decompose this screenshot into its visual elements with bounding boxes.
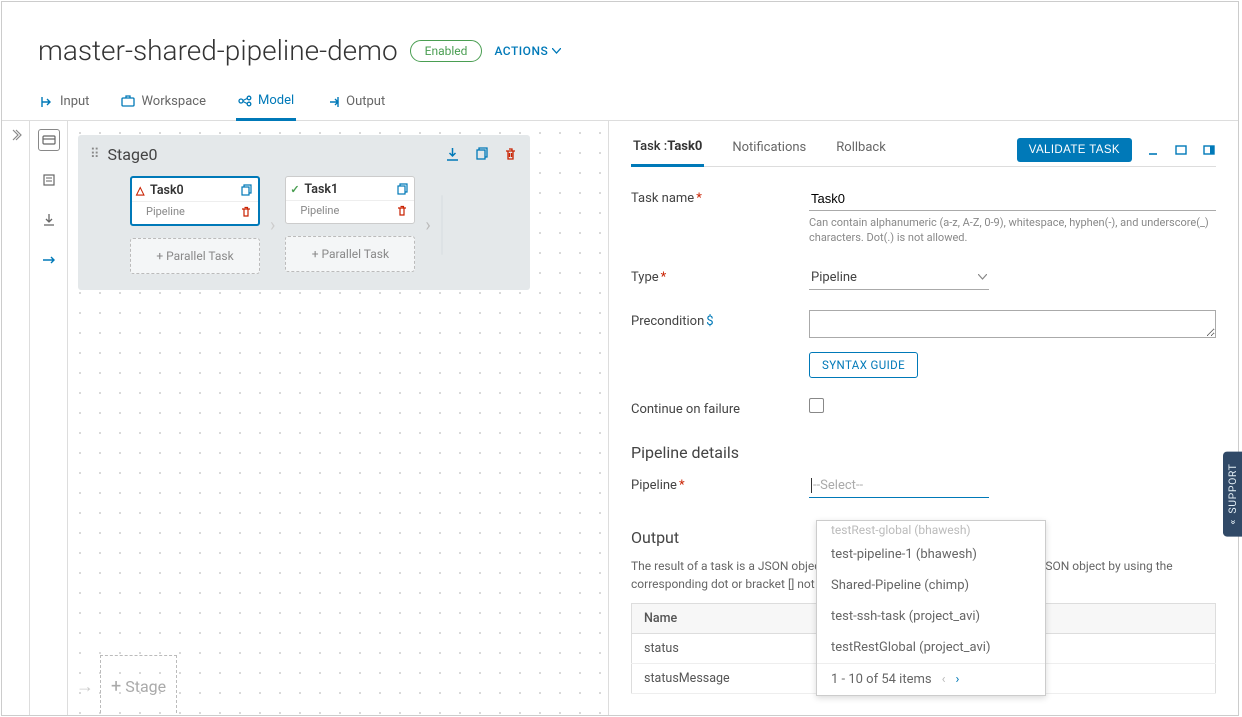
type-select[interactable]: Pipeline: [809, 266, 989, 290]
stage-name: Stage0: [108, 145, 158, 164]
tool-import[interactable]: [38, 209, 60, 231]
canvas-toolbar: [30, 121, 68, 716]
label-type: Type*: [631, 266, 801, 285]
tab-workspace[interactable]: Workspace: [119, 87, 208, 120]
stage-import-icon[interactable]: [445, 147, 460, 162]
label-pipeline: Pipeline*: [631, 474, 801, 493]
precondition-input[interactable]: [809, 310, 1216, 338]
continue-on-failure-checkbox[interactable]: [809, 398, 824, 413]
tab-workspace-label: Workspace: [141, 94, 206, 109]
label-continue-on-failure: Continue on failure: [631, 398, 801, 417]
tab-model-label: Model: [258, 93, 294, 108]
arrow-right-icon: →: [76, 676, 94, 697]
model-icon: [238, 94, 252, 108]
panel-tab-prefix: Task :: [633, 139, 667, 154]
panel-tab-notifications[interactable]: Notifications: [730, 134, 808, 165]
warning-icon: △: [136, 184, 144, 197]
add-stage-button[interactable]: +Stage: [100, 655, 177, 716]
panel-tab-taskname: Task0: [667, 139, 702, 154]
support-tab[interactable]: « SUPPORT: [1223, 452, 1242, 537]
task-subtype: Pipeline: [146, 205, 185, 218]
task-copy-icon[interactable]: [240, 184, 252, 196]
dropdown-item[interactable]: Shared-Pipeline (chimp): [817, 570, 1045, 601]
actions-menu[interactable]: ACTIONS: [494, 44, 561, 58]
output-icon: [326, 95, 340, 109]
task-name-help: Can contain alphanumeric (a-z, A-Z, 0-9)…: [809, 215, 1216, 246]
pipeline-select[interactable]: --Select--: [809, 474, 989, 498]
add-parallel-task-button[interactable]: + Parallel Task: [285, 236, 415, 272]
tab-input[interactable]: Input: [38, 87, 91, 120]
actions-label: ACTIONS: [494, 44, 548, 58]
tab-model[interactable]: Model: [236, 87, 296, 121]
task-card-task1[interactable]: ✓ Task1 Pipeline: [285, 176, 415, 224]
stage-delete-icon[interactable]: [503, 147, 518, 162]
pager-prev-icon[interactable]: ‹: [942, 672, 946, 687]
task-delete-icon[interactable]: [396, 205, 408, 217]
drag-handle-icon[interactable]: ⠿: [90, 147, 100, 162]
label-task-name: Task name*: [631, 187, 801, 206]
stage-card: ⠿ Stage0 △ Task0: [78, 135, 530, 290]
task-title: Task1: [304, 182, 338, 197]
status-badge: Enabled: [410, 40, 483, 62]
tool-notes[interactable]: [38, 169, 60, 191]
arrow-right-icon: ›: [270, 215, 275, 236]
task-title: Task0: [150, 183, 184, 198]
support-label: SUPPORT: [1226, 464, 1239, 514]
task-copy-icon[interactable]: [396, 183, 408, 195]
task-subtype: Pipeline: [300, 204, 339, 217]
success-icon: ✓: [290, 183, 299, 196]
tool-arrow-right[interactable]: [38, 249, 60, 271]
type-value: Pipeline: [811, 270, 857, 285]
dropdown-item[interactable]: test-pipeline-1 (bhawesh): [817, 539, 1045, 570]
panel-tab-rollback[interactable]: Rollback: [834, 134, 888, 165]
validate-task-button[interactable]: VALIDATE TASK: [1017, 138, 1132, 162]
add-parallel-task-button[interactable]: + Parallel Task: [130, 238, 260, 274]
sidebar-collapse-toggle[interactable]: [2, 121, 30, 716]
stage-copy-icon[interactable]: [474, 147, 489, 162]
dropdown-item[interactable]: testRest-global (bhawesh): [817, 521, 1045, 539]
label-precondition: Precondition$: [631, 310, 801, 329]
chevron-down-icon: [978, 274, 987, 280]
input-icon: [40, 95, 54, 109]
dropdown-item[interactable]: testRestGlobal (project_avi): [817, 632, 1045, 663]
pager-next-icon[interactable]: ›: [956, 672, 960, 687]
dropdown-item[interactable]: test-ssh-task (project_avi): [817, 601, 1045, 632]
tab-output[interactable]: Output: [324, 87, 387, 120]
arrow-right-icon: ›: [425, 215, 430, 236]
workspace-icon: [121, 95, 135, 109]
pipeline-placeholder: --Select--: [811, 478, 863, 493]
pager-text: 1 - 10 of 54 items: [831, 672, 932, 687]
dock-icon[interactable]: [1202, 143, 1216, 157]
add-stage-label: Stage: [125, 677, 166, 696]
chevron-left-icon: «: [1226, 519, 1239, 525]
panel-tab-task[interactable]: Task :Task0: [631, 133, 704, 167]
tab-output-label: Output: [346, 94, 385, 109]
maximize-icon[interactable]: [1174, 143, 1188, 157]
syntax-guide-button[interactable]: SYNTAX GUIDE: [809, 352, 918, 378]
tab-input-label: Input: [60, 94, 89, 109]
minimize-icon[interactable]: [1146, 143, 1160, 157]
task-name-input[interactable]: [809, 187, 1216, 211]
tool-view[interactable]: [38, 129, 60, 151]
section-pipeline-details: Pipeline details: [631, 443, 1216, 462]
chevron-down-icon: [552, 48, 561, 54]
task-card-task0[interactable]: △ Task0 Pipeline: [130, 176, 260, 226]
task-delete-icon[interactable]: [240, 206, 252, 218]
page-title: master-shared-pipeline-demo: [38, 34, 398, 67]
pipeline-dropdown: testRest-global (bhawesh) test-pipeline-…: [816, 520, 1046, 696]
